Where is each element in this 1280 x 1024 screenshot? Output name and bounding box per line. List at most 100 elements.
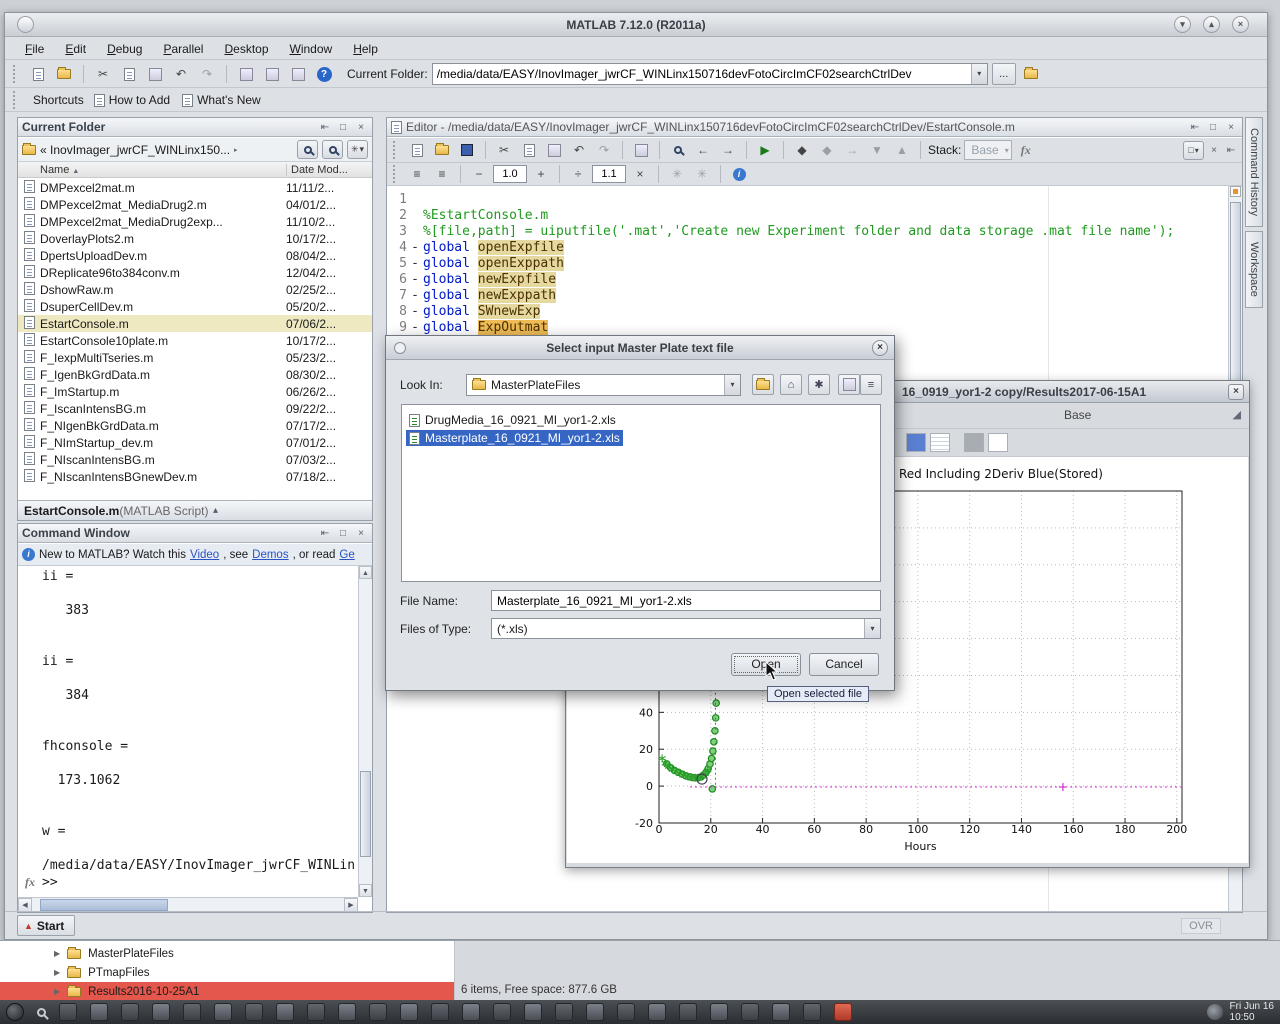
divide-icon[interactable]: ÷ xyxy=(567,163,589,185)
dialog-file-row[interactable]: Masterplate_16_0921_MI_yor1-2.xls xyxy=(402,429,880,447)
taskbar-app-icon[interactable] xyxy=(555,1003,573,1021)
taskbar-app-icon[interactable] xyxy=(710,1003,728,1021)
undock-icon[interactable]: ⇤ xyxy=(318,528,332,539)
file-row[interactable]: DMPexcel2mat_MediaDrug2exp...11/10/2... xyxy=(18,213,372,230)
file-row[interactable]: DpertsUploadDev.m08/04/2... xyxy=(18,247,372,264)
close-panel-icon[interactable]: × xyxy=(354,528,368,539)
folder-row[interactable]: ▶PTmapFiles xyxy=(0,963,454,982)
set-breakpoint-icon[interactable]: ◆ xyxy=(791,139,813,161)
maximize-panel-icon[interactable]: □ xyxy=(336,528,350,539)
menu-item-file[interactable]: File xyxy=(25,42,44,56)
shade-button[interactable]: ▾ xyxy=(1174,16,1191,33)
file-row[interactable]: EstartConsole.m07/06/2... xyxy=(18,315,372,332)
code-line[interactable]: 6-global newExpfile xyxy=(387,272,1228,288)
taskbar-app-icon[interactable] xyxy=(524,1003,542,1021)
copy-icon[interactable] xyxy=(118,63,140,85)
new-file-icon[interactable] xyxy=(27,63,49,85)
stack-combobox[interactable]: Base ▾ xyxy=(964,140,1011,160)
taskbar-app-icon[interactable] xyxy=(493,1003,511,1021)
split-screen-icon[interactable]: × xyxy=(1207,145,1221,156)
new-folder-button[interactable]: ✱ xyxy=(808,374,830,395)
find-icon[interactable] xyxy=(667,139,689,161)
column-name[interactable]: Name ▲ xyxy=(18,164,286,176)
getting-started-link[interactable]: Ge xyxy=(339,549,354,561)
file-row[interactable]: DshowRaw.m02/25/2... xyxy=(18,281,372,298)
clear-breakpoints-icon[interactable]: ◆ xyxy=(816,139,838,161)
copy-icon[interactable] xyxy=(518,139,540,161)
taskbar-app-icon[interactable] xyxy=(648,1003,666,1021)
horizontal-scrollbar[interactable]: ◀ ▶ xyxy=(18,897,358,912)
taskbar-app-icon[interactable] xyxy=(90,1003,108,1021)
taskbar-app-icon[interactable] xyxy=(679,1003,697,1021)
paste-icon[interactable] xyxy=(543,139,565,161)
expand-icon[interactable]: ▶ xyxy=(54,987,60,996)
back-icon[interactable]: ← xyxy=(692,139,714,161)
breadcrumb-caret-icon[interactable]: ▸ xyxy=(234,146,238,154)
figure-tool-icon[interactable] xyxy=(988,433,1008,452)
taskbar-app-icon[interactable] xyxy=(245,1003,263,1021)
guide-icon[interactable] xyxy=(261,63,283,85)
file-row[interactable]: F_IexpMultiTseries.m05/23/2... xyxy=(18,349,372,366)
file-row[interactable]: F_IgenBkGrdData.m08/30/2... xyxy=(18,366,372,383)
taskbar-app-icon[interactable] xyxy=(741,1003,759,1021)
toolbar-grip[interactable] xyxy=(393,165,398,183)
scroll-left-icon[interactable]: ◀ xyxy=(18,898,32,912)
breadcrumb-text[interactable]: « InovImager_jwrCF_WINLinx150... xyxy=(40,143,230,157)
code-line[interactable]: 5-global openExppath xyxy=(387,256,1228,272)
figure-tool-icon[interactable] xyxy=(964,433,984,452)
search-icon[interactable] xyxy=(37,1008,46,1017)
dialog-titlebar[interactable]: Select input Master Plate text file × xyxy=(386,336,894,360)
taskbar-app-icon[interactable] xyxy=(617,1003,635,1021)
folder-row[interactable]: ▶MasterPlateFiles xyxy=(0,944,454,963)
dialog-file-row[interactable]: DrugMedia_16_0921_MI_yor1-2.xls xyxy=(402,411,880,429)
undo-icon[interactable]: ↶ xyxy=(568,139,590,161)
search-button[interactable] xyxy=(297,140,318,159)
menu-item-edit[interactable]: Edit xyxy=(65,42,86,56)
close-button[interactable]: × xyxy=(1232,16,1249,33)
code-line[interactable]: 3%[file,path] = uiputfile('.mat','Create… xyxy=(387,224,1228,240)
open-script-icon[interactable] xyxy=(431,139,453,161)
code-analyzer-indicator[interactable] xyxy=(1230,186,1241,197)
file-row[interactable]: DMPexcel2mat_MediaDrug2.m04/01/2... xyxy=(18,196,372,213)
increase-indent-icon[interactable]: + xyxy=(530,163,552,185)
taskbar-app-icon[interactable] xyxy=(307,1003,325,1021)
maximize-panel-icon[interactable]: □ xyxy=(336,122,350,133)
browse-folder-button[interactable]: ... xyxy=(992,63,1016,85)
scrollbar-thumb[interactable] xyxy=(360,771,371,857)
dialog-close-icon[interactable]: × xyxy=(872,340,888,356)
figure-tool-icon[interactable] xyxy=(906,433,926,452)
taskbar-app-icon[interactable] xyxy=(276,1003,294,1021)
look-in-combobox[interactable]: MasterPlateFiles ▾ xyxy=(466,374,741,396)
step-in-icon[interactable]: ▼ xyxy=(866,139,888,161)
scroll-down-icon[interactable]: ▼ xyxy=(359,884,372,897)
figure-close-icon[interactable]: × xyxy=(1228,384,1244,400)
redo-icon[interactable]: ↷ xyxy=(593,139,615,161)
side-tab-command-history[interactable]: Command History xyxy=(1245,117,1263,227)
menu-item-parallel[interactable]: Parallel xyxy=(163,42,203,56)
up-one-level-button[interactable] xyxy=(752,374,774,395)
taskbar-app-icon[interactable] xyxy=(214,1003,232,1021)
up-folder-icon[interactable] xyxy=(1020,63,1042,85)
applications-menu-icon[interactable] xyxy=(6,1003,24,1021)
new-script-icon[interactable] xyxy=(406,139,428,161)
simulink-icon[interactable] xyxy=(235,63,257,85)
step-icon[interactable]: → xyxy=(841,139,863,161)
close-panel-icon[interactable]: × xyxy=(354,122,368,133)
home-button[interactable]: ⌂ xyxy=(780,374,802,395)
taskbar-app-icon[interactable] xyxy=(369,1003,387,1021)
column-date[interactable]: Date Mod... xyxy=(286,164,372,176)
file-row[interactable]: F_IscanIntensBG.m09/22/2... xyxy=(18,400,372,417)
taskbar-app-icon[interactable] xyxy=(152,1003,170,1021)
taskbar-app-icon[interactable] xyxy=(121,1003,139,1021)
figure-base-label[interactable]: Base xyxy=(1064,408,1091,422)
vertical-scrollbar[interactable]: ▲ ▼ xyxy=(358,566,372,897)
list-view-button[interactable] xyxy=(838,374,860,395)
cut-icon[interactable]: ✂ xyxy=(92,63,114,85)
window-menu-button[interactable] xyxy=(17,16,34,33)
scrollbar-thumb[interactable] xyxy=(40,899,168,911)
command-window-body[interactable]: ii = 383 ii = 384 fhconsole = 173.1062 w… xyxy=(18,566,358,897)
fx-icon[interactable]: fx xyxy=(18,875,42,890)
chevron-down-icon[interactable]: ▾ xyxy=(864,619,880,638)
file-name-input[interactable] xyxy=(491,590,881,611)
chevron-down-icon[interactable]: ▾ xyxy=(724,375,740,395)
